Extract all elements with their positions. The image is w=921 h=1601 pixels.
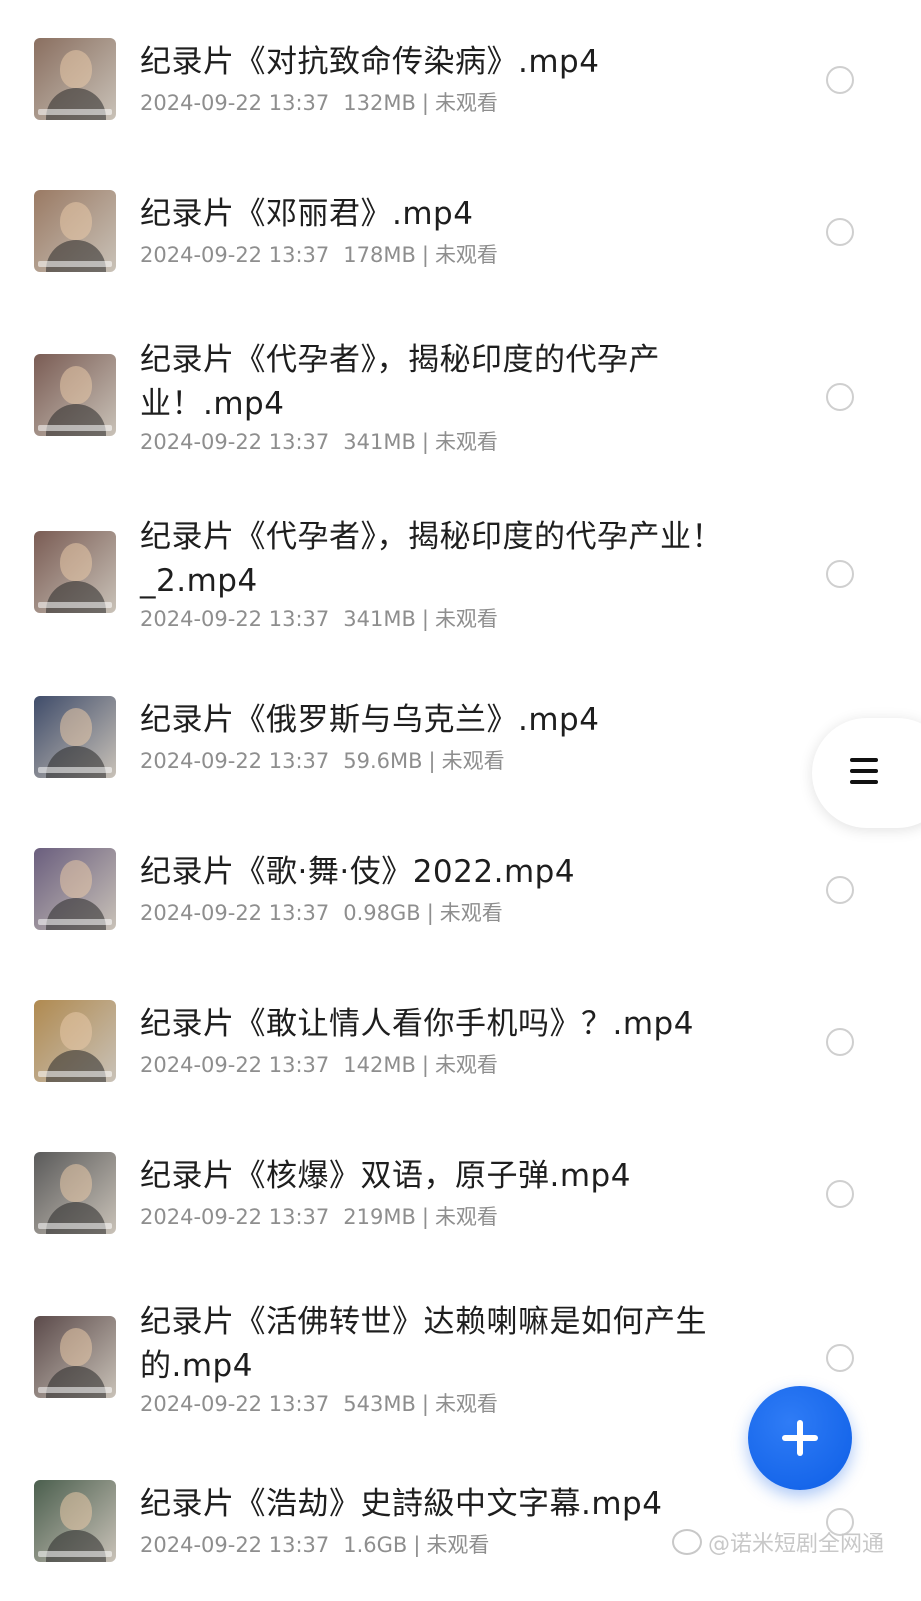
file-title[interactable]: 纪录片《浩劫》史詩級中文字幕.mp4 xyxy=(140,1482,740,1526)
file-meta: 2024-09-22 13:37 0.98GB | 未观看 xyxy=(140,898,780,928)
file-size: 341MB xyxy=(343,430,416,454)
file-date: 2024-09-22 13:37 xyxy=(140,1533,330,1557)
file-title[interactable]: 纪录片《俄罗斯与乌克兰》.mp4 xyxy=(140,698,740,742)
file-date: 2024-09-22 13:37 xyxy=(140,430,330,454)
video-thumbnail[interactable] xyxy=(34,696,116,778)
file-date: 2024-09-22 13:37 xyxy=(140,1392,330,1416)
file-meta: 2024-09-22 13:37 132MB | 未观看 xyxy=(140,88,780,118)
file-title[interactable]: 纪录片《邓丽君》.mp4 xyxy=(140,192,740,236)
meta-separator: | xyxy=(421,1053,429,1077)
file-size: 59.6MB xyxy=(343,749,423,773)
watch-status: 未观看 xyxy=(426,1533,490,1557)
file-date: 2024-09-22 13:37 xyxy=(140,1053,330,1077)
meta-separator: | xyxy=(426,901,434,925)
file-meta: 2024-09-22 13:37 543MB | 未观看 xyxy=(140,1389,780,1419)
meta-separator: | xyxy=(428,749,436,773)
watch-status: 未观看 xyxy=(434,243,498,267)
meta-separator: | xyxy=(421,1205,429,1229)
select-radio-icon[interactable] xyxy=(826,218,854,246)
select-radio-icon[interactable] xyxy=(826,560,854,588)
file-date: 2024-09-22 13:37 xyxy=(140,607,330,631)
file-meta: 2024-09-22 13:37 341MB | 未观看 xyxy=(140,604,780,634)
file-title[interactable]: 纪录片《活佛转世》达赖喇嘛是如何产生的.mp4 xyxy=(140,1300,740,1388)
file-date: 2024-09-22 13:37 xyxy=(140,1205,330,1229)
meta-separator: | xyxy=(421,430,429,454)
file-title[interactable]: 纪录片《核爆》双语，原子弹.mp4 xyxy=(140,1154,740,1198)
meta-separator: | xyxy=(421,243,429,267)
video-thumbnail[interactable] xyxy=(34,38,116,120)
file-meta: 2024-09-22 13:37 341MB | 未观看 xyxy=(140,427,780,457)
select-radio-icon[interactable] xyxy=(826,876,854,904)
file-size: 1.6GB xyxy=(343,1533,408,1557)
watermark: @诺米短剧全网通 xyxy=(672,1528,912,1562)
video-thumbnail[interactable] xyxy=(34,190,116,272)
watch-status: 未观看 xyxy=(434,1053,498,1077)
file-title[interactable]: 纪录片《对抗致命传染病》.mp4 xyxy=(140,40,740,84)
video-thumbnail[interactable] xyxy=(34,848,116,930)
file-size: 543MB xyxy=(343,1392,416,1416)
select-radio-icon[interactable] xyxy=(826,1028,854,1056)
file-meta: 2024-09-22 13:37 219MB | 未观看 xyxy=(140,1202,780,1232)
file-title[interactable]: 纪录片《代孕者》，揭秘印度的代孕产业！_2.mp4 xyxy=(140,515,740,603)
file-date: 2024-09-22 13:37 xyxy=(140,901,330,925)
file-meta: 2024-09-22 13:37 178MB | 未观看 xyxy=(140,240,780,270)
video-thumbnail[interactable] xyxy=(34,1316,116,1398)
file-title[interactable]: 纪录片《歌·舞·伎》2022.mp4 xyxy=(140,850,740,894)
video-thumbnail[interactable] xyxy=(34,354,116,436)
watch-status: 未观看 xyxy=(441,749,505,773)
watch-status: 未观看 xyxy=(439,901,503,925)
hamburger-menu-icon xyxy=(850,758,878,791)
file-date: 2024-09-22 13:37 xyxy=(140,243,330,267)
file-size: 219MB xyxy=(343,1205,416,1229)
video-thumbnail[interactable] xyxy=(34,531,116,613)
file-size: 132MB xyxy=(343,91,416,115)
select-radio-icon[interactable] xyxy=(826,1180,854,1208)
watch-status: 未观看 xyxy=(434,607,498,631)
select-radio-icon[interactable] xyxy=(826,383,854,411)
meta-separator: | xyxy=(421,607,429,631)
weibo-logo-icon xyxy=(672,1529,702,1555)
video-thumbnail[interactable] xyxy=(34,1480,116,1562)
watch-status: 未观看 xyxy=(434,430,498,454)
file-date: 2024-09-22 13:37 xyxy=(140,749,330,773)
watch-status: 未观看 xyxy=(434,1392,498,1416)
watch-status: 未观看 xyxy=(434,1205,498,1229)
select-radio-icon[interactable] xyxy=(826,1344,854,1372)
add-button[interactable] xyxy=(748,1386,852,1490)
watermark-text: @诺米短剧全网通 xyxy=(708,1532,885,1557)
file-title[interactable]: 纪录片《代孕者》，揭秘印度的代孕产业！.mp4 xyxy=(140,338,740,426)
file-meta: 2024-09-22 13:37 142MB | 未观看 xyxy=(140,1050,780,1080)
watch-status: 未观看 xyxy=(434,91,498,115)
meta-separator: | xyxy=(421,1392,429,1416)
file-date: 2024-09-22 13:37 xyxy=(140,91,330,115)
meta-separator: | xyxy=(421,91,429,115)
file-title[interactable]: 纪录片《敢让情人看你手机吗》？.mp4 xyxy=(140,1002,740,1046)
meta-separator: | xyxy=(413,1533,421,1557)
side-menu-button[interactable] xyxy=(812,718,921,828)
select-radio-icon[interactable] xyxy=(826,66,854,94)
file-meta: 2024-09-22 13:37 59.6MB | 未观看 xyxy=(140,746,780,776)
file-size: 178MB xyxy=(343,243,416,267)
file-size: 341MB xyxy=(343,607,416,631)
video-thumbnail[interactable] xyxy=(34,1000,116,1082)
video-thumbnail[interactable] xyxy=(34,1152,116,1234)
file-size: 142MB xyxy=(343,1053,416,1077)
file-size: 0.98GB xyxy=(343,901,421,925)
